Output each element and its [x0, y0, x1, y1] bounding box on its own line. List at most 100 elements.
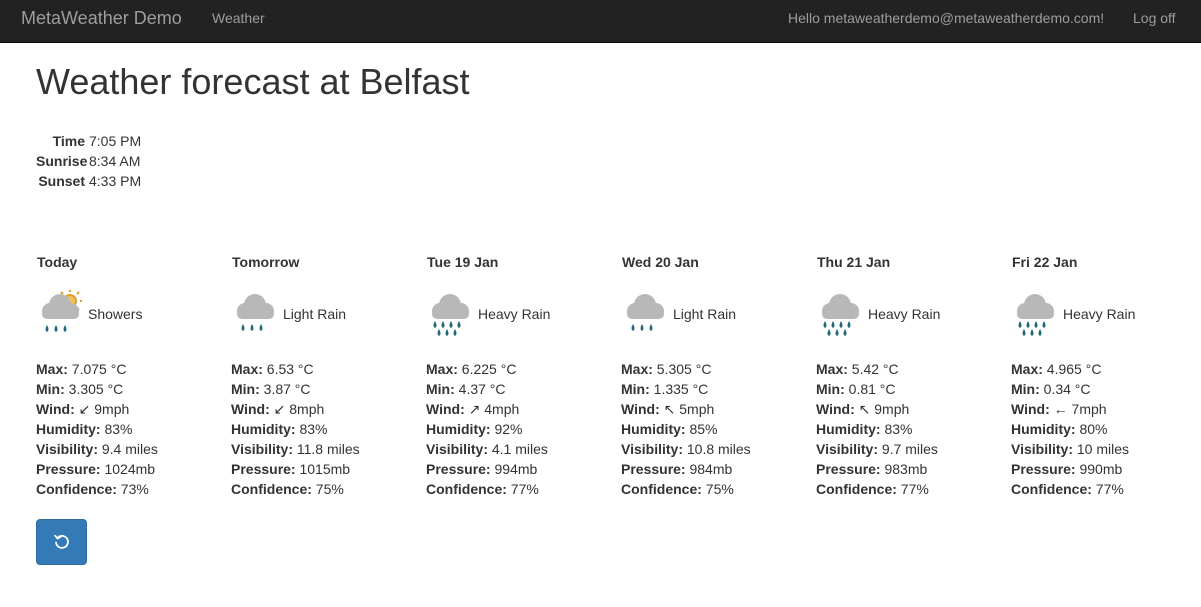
condition-label: Light Rain [673, 306, 737, 322]
wind-value: ↖ 9mph [858, 401, 910, 417]
max-row: Max: 6.53 °C [231, 359, 360, 379]
wind-row: Wind: ↖ 5mph [621, 399, 751, 419]
pressure-row: Pressure: 1024mb [36, 459, 158, 479]
max-label: Max: [426, 361, 458, 377]
page-title: Weather forecast at Belfast [36, 61, 470, 102]
wind-label: Wind: [621, 401, 660, 417]
humidity-row: Humidity: 83% [36, 419, 158, 439]
sunrise-row: Sunrise 8:34 AM [36, 151, 141, 171]
confidence-row: Confidence: 75% [231, 479, 360, 499]
max-row: Max: 4.965 °C [1011, 359, 1129, 379]
humidity-label: Humidity: [1011, 421, 1076, 437]
max-value: 7.075 °C [71, 361, 127, 377]
min-value: 0.34 °C [1043, 381, 1091, 397]
confidence-label: Confidence: [426, 481, 507, 497]
pressure-value: 990mb [1079, 461, 1123, 477]
confidence-label: Confidence: [36, 481, 117, 497]
refresh-icon [53, 534, 69, 549]
humidity-value: 80% [1079, 421, 1108, 437]
min-label: Min: [816, 381, 845, 397]
pressure-row: Pressure: 983mb [816, 459, 938, 479]
visibility-value: 11.8 miles [296, 441, 360, 457]
min-value: 3.305 °C [68, 381, 124, 397]
humidity-value: 83% [104, 421, 133, 437]
max-row: Max: 6.225 °C [426, 359, 548, 379]
min-value: 3.87 °C [263, 381, 311, 397]
forecast-day: Fri 22 Jan Heavy Rain Max: 4.965 °C Min: 0.… [1011, 252, 1201, 497]
confidence-value: 73% [120, 481, 149, 497]
day-stats: Max: 6.225 °C Min: 4.37 °C Wind: ↗ 4mph Hum… [426, 359, 548, 499]
min-value: 4.37 °C [458, 381, 506, 397]
pressure-value: 1015mb [299, 461, 351, 477]
pressure-label: Pressure: [426, 461, 491, 477]
time-label: Time [52, 133, 85, 149]
day-stats: Max: 5.305 °C Min: 1.335 °C Wind: ↖ 5mph Hu… [621, 359, 751, 499]
weather-condition: Heavy Rain [1011, 289, 1201, 341]
max-label: Max: [1011, 361, 1043, 377]
day-name: Today [37, 254, 78, 270]
wind-label: Wind: [1011, 401, 1050, 417]
refresh-button[interactable] [36, 519, 87, 565]
sunset-label: Sunset [38, 173, 85, 189]
time-value: 7:05 PM [89, 133, 142, 149]
humidity-label: Humidity: [816, 421, 881, 437]
pressure-row: Pressure: 994mb [426, 459, 548, 479]
confidence-label: Confidence: [1011, 481, 1092, 497]
visibility-value: 9.7 miles [881, 441, 938, 457]
logoff-link[interactable]: Log off [1133, 10, 1176, 26]
humidity-label: Humidity: [231, 421, 296, 437]
visibility-row: Visibility: 4.1 miles [426, 439, 548, 459]
pressure-row: Pressure: 984mb [621, 459, 751, 479]
sunrise-label: Sunrise [36, 153, 88, 169]
day-name: Wed 20 Jan [622, 254, 699, 270]
user-greeting-link[interactable]: Hello metaweatherdemo@metaweatherdemo.co… [788, 10, 1104, 26]
day-stats: Max: 4.965 °C Min: 0.34 °C Wind: ← 7mph Hum… [1011, 359, 1129, 499]
condition-label: Showers [88, 306, 143, 322]
visibility-row: Visibility: 9.4 miles [36, 439, 158, 459]
wind-row: Wind: ← 7mph [1011, 399, 1129, 419]
max-value: 5.305 °C [656, 361, 712, 377]
wind-value: ↗ 4mph [468, 401, 520, 417]
forecast-day: Tue 19 Jan Heavy Rain Max: 6.225 °C Min: 4.… [426, 252, 616, 497]
pressure-label: Pressure: [621, 461, 686, 477]
min-row: Min: 0.81 °C [816, 379, 938, 399]
time-row: Time 7:05 PM [36, 131, 142, 151]
condition-label: Heavy Rain [478, 306, 551, 322]
confidence-value: 77% [1095, 481, 1124, 497]
humidity-label: Humidity: [36, 421, 101, 437]
pressure-label: Pressure: [231, 461, 296, 477]
humidity-row: Humidity: 80% [1011, 419, 1129, 439]
max-value: 6.225 °C [461, 361, 517, 377]
pressure-row: Pressure: 1015mb [231, 459, 360, 479]
humidity-row: Humidity: 85% [621, 419, 751, 439]
confidence-label: Confidence: [621, 481, 702, 497]
max-value: 4.965 °C [1046, 361, 1102, 377]
humidity-row: Humidity: 83% [816, 419, 938, 439]
max-label: Max: [36, 361, 68, 377]
day-stats: Max: 5.42 °C Min: 0.81 °C Wind: ↖ 9mph Humi… [816, 359, 938, 499]
wind-value: ← 7mph [1053, 401, 1107, 417]
brand-link[interactable]: MetaWeather Demo [21, 8, 182, 29]
pressure-label: Pressure: [816, 461, 881, 477]
light-rain-icon [237, 294, 274, 331]
sunset-value: 4:33 PM [89, 173, 142, 189]
min-label: Min: [621, 381, 650, 397]
wind-label: Wind: [36, 401, 75, 417]
nav-weather-link[interactable]: Weather [212, 10, 265, 26]
day-stats: Max: 7.075 °C Min: 3.305 °C Wind: ↙ 9mph Hu… [36, 359, 158, 499]
sunset-row: Sunset 4:33 PM [36, 171, 141, 191]
visibility-label: Visibility: [816, 441, 878, 457]
top-navbar: MetaWeather Demo Weather Hello metaweath… [0, 0, 1201, 43]
visibility-row: Visibility: 10.8 miles [621, 439, 751, 459]
min-value: 0.81 °C [848, 381, 896, 397]
confidence-row: Confidence: 77% [426, 479, 548, 499]
day-stats: Max: 6.53 °C Min: 3.87 °C Wind: ↙ 8mph Humi… [231, 359, 360, 499]
max-label: Max: [816, 361, 848, 377]
pressure-value: 983mb [884, 461, 928, 477]
heavy-rain-icon [432, 294, 469, 336]
visibility-label: Visibility: [36, 441, 98, 457]
wind-row: Wind: ↗ 4mph [426, 399, 548, 419]
humidity-value: 83% [884, 421, 913, 437]
confidence-value: 75% [315, 481, 344, 497]
day-name: Thu 21 Jan [817, 254, 891, 270]
